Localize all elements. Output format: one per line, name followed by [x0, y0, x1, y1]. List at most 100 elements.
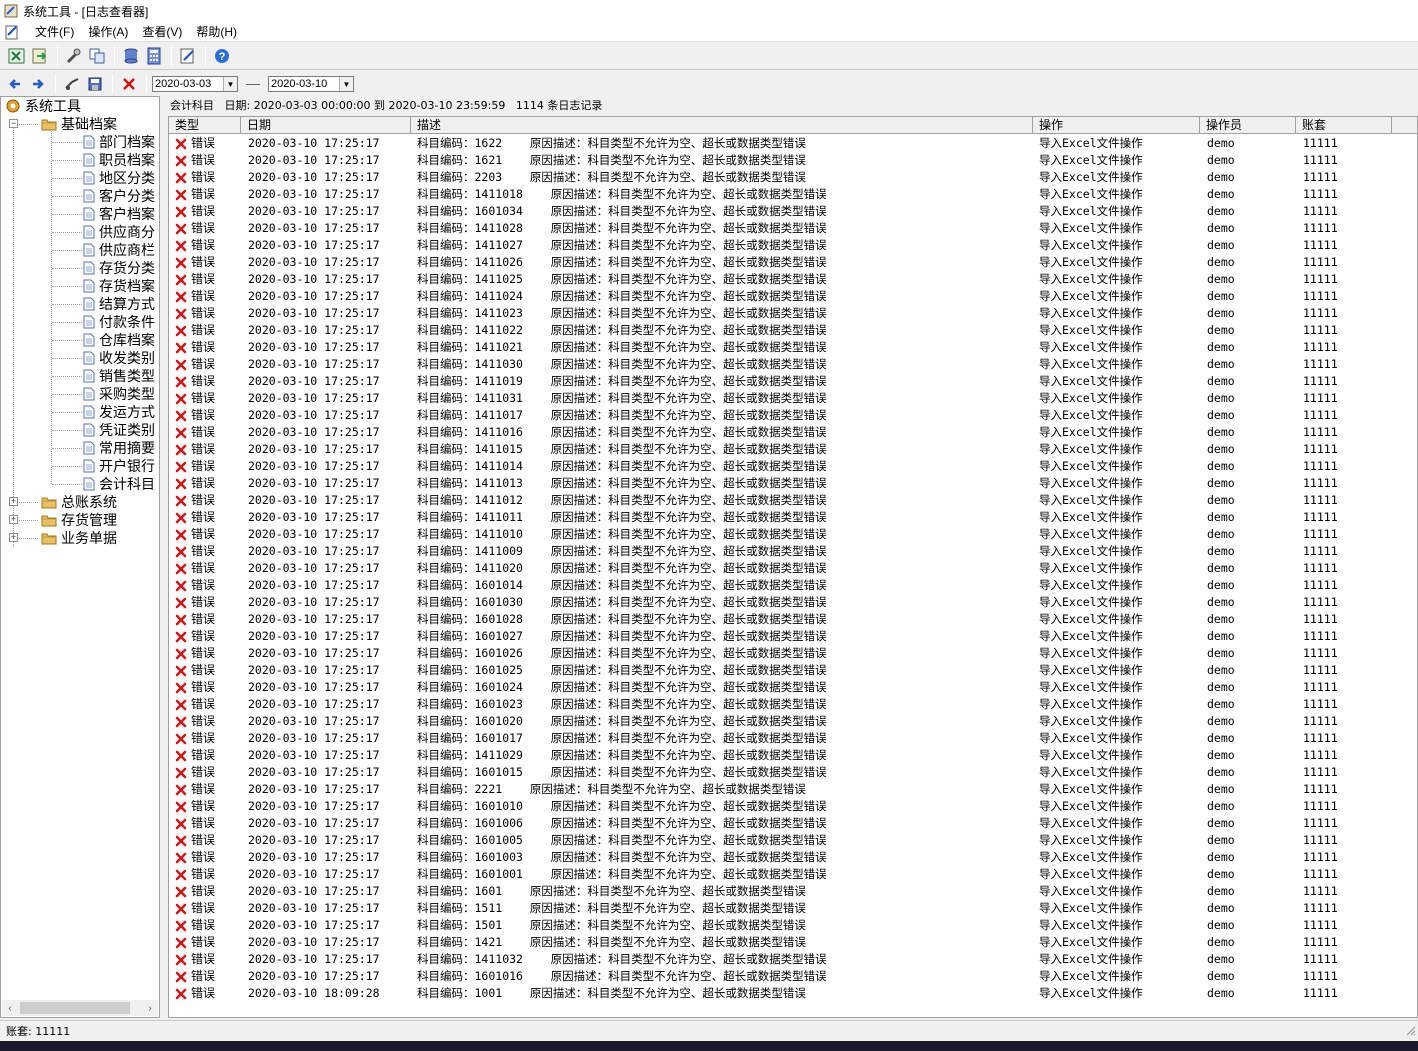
column-header-date[interactable]: 日期 — [241, 117, 411, 134]
tree-expander[interactable]: + — [9, 515, 18, 524]
table-row[interactable]: 错误 2020-03-10 17:25:17 科目编码：1411029 原因描述：科… — [169, 747, 1417, 764]
column-header-account-book[interactable]: 账套 — [1296, 117, 1392, 134]
tree-leaf[interactable]: 凭证类别 — [83, 421, 155, 439]
table-row[interactable]: 错误 2020-03-10 17:25:17 科目编码：1601027 原因描述：科… — [169, 628, 1417, 645]
table-row[interactable]: 错误 2020-03-10 17:25:17 科目编码：1411032 原因描述：科… — [169, 951, 1417, 968]
column-header-type[interactable]: 类型 — [169, 117, 241, 134]
import-button[interactable] — [29, 45, 51, 67]
table-row[interactable]: 错误 2020-03-10 17:25:17 科目编码：1511 原因描述：科目类型… — [169, 900, 1417, 917]
scroll-left-icon[interactable]: ‹ — [2, 1000, 18, 1016]
table-row[interactable]: 错误 2020-03-10 18:09:28 科目编码：1001 原因描述：科目类型… — [169, 985, 1417, 1002]
table-row[interactable]: 错误 2020-03-10 17:25:17 科目编码：1411026 原因描述：科… — [169, 254, 1417, 271]
table-row[interactable]: 错误 2020-03-10 17:25:17 科目编码：1421 原因描述：科目类型… — [169, 934, 1417, 951]
table-row[interactable]: 错误 2020-03-10 17:25:17 科目编码：1601016 原因描述：科… — [169, 968, 1417, 985]
export-excel-button[interactable] — [6, 45, 28, 67]
edit-button[interactable] — [177, 45, 199, 67]
table-row[interactable]: 错误 2020-03-10 17:25:17 科目编码：1411023 原因描述：科… — [169, 305, 1417, 322]
tree-leaf[interactable]: 地区分类 — [83, 169, 155, 187]
tree-leaf[interactable]: 职员档案 — [83, 151, 155, 169]
date-to-select[interactable]: 2020-03-10 ▼ — [268, 76, 354, 92]
tree-expander[interactable]: + — [9, 533, 18, 542]
tree-leaf[interactable]: 客户档案 — [83, 205, 155, 223]
table-row[interactable]: 错误 2020-03-10 17:25:17 科目编码：1411022 原因描述：科… — [169, 322, 1417, 339]
tree-leaf[interactable]: 客户分类 — [83, 187, 155, 205]
table-row[interactable]: 错误 2020-03-10 17:25:17 科目编码：1601015 原因描述：科… — [169, 764, 1417, 781]
tree-leaf[interactable]: 收发类别 — [83, 349, 155, 367]
tree-leaf[interactable]: 供应商栏 — [83, 241, 155, 259]
menu-view[interactable]: 查看(V) — [135, 23, 189, 40]
tree-leaf[interactable]: 采购类型 — [83, 385, 155, 403]
table-row[interactable]: 错误 2020-03-10 17:25:17 科目编码：1411030 原因描述：科… — [169, 356, 1417, 373]
table-row[interactable]: 错误 2020-03-10 17:25:17 科目编码：1601005 原因描述：科… — [169, 832, 1417, 849]
table-row[interactable]: 错误 2020-03-10 17:25:17 科目编码：1411016 原因描述：科… — [169, 424, 1417, 441]
table-row[interactable]: 错误 2020-03-10 17:25:17 科目编码：1411010 原因描述：科… — [169, 526, 1417, 543]
scroll-thumb[interactable] — [20, 1002, 130, 1014]
tree-leaf[interactable]: 常用摘要 — [83, 439, 155, 457]
table-row[interactable]: 错误 2020-03-10 17:25:17 科目编码：1411021 原因描述：科… — [169, 339, 1417, 356]
table-row[interactable]: 错误 2020-03-10 17:25:17 科目编码：1411019 原因描述：科… — [169, 373, 1417, 390]
tree-leaf[interactable]: 仓库档案 — [83, 331, 155, 349]
table-row[interactable]: 错误 2020-03-10 17:25:17 科目编码：1601026 原因描述：科… — [169, 645, 1417, 662]
table-row[interactable]: 错误 2020-03-10 17:25:17 科目编码：1601017 原因描述：科… — [169, 730, 1417, 747]
chevron-down-icon[interactable]: ▼ — [223, 77, 237, 91]
tree-leaf[interactable]: 发运方式 — [83, 403, 155, 421]
menu-help[interactable]: 帮助(H) — [189, 23, 244, 40]
table-row[interactable]: 错误 2020-03-10 17:25:17 科目编码：1622 原因描述：科目类型… — [169, 135, 1417, 152]
scroll-right-icon[interactable]: › — [142, 1000, 158, 1016]
save-button[interactable] — [84, 73, 106, 95]
table-row[interactable]: 错误 2020-03-10 17:25:17 科目编码：1601010 原因描述：科… — [169, 798, 1417, 815]
tree-expander[interactable]: + — [9, 497, 18, 506]
table-row[interactable]: 错误 2020-03-10 17:25:17 科目编码：1621 原因描述：科目类型… — [169, 152, 1417, 169]
table-row[interactable]: 错误 2020-03-10 17:25:17 科目编码：1411012 原因描述：科… — [169, 492, 1417, 509]
tree-expander[interactable]: − — [9, 119, 18, 128]
table-row[interactable]: 错误 2020-03-10 17:25:17 科目编码：2221 原因描述：科目类型… — [169, 781, 1417, 798]
tree-group[interactable]: 业务单据 — [41, 529, 117, 547]
table-row[interactable]: 错误 2020-03-10 17:25:17 科目编码：1601001 原因描述：科… — [169, 866, 1417, 883]
table-row[interactable]: 错误 2020-03-10 17:25:17 科目编码：1411011 原因描述：科… — [169, 509, 1417, 526]
resize-grip-icon[interactable] — [1404, 1024, 1416, 1036]
table-row[interactable]: 错误 2020-03-10 17:25:17 科目编码：1601006 原因描述：科… — [169, 815, 1417, 832]
tree-leaf[interactable]: 结算方式 — [83, 295, 155, 313]
menu-file[interactable]: 文件(F) — [28, 23, 81, 40]
column-header-operation[interactable]: 操作 — [1033, 117, 1200, 134]
table-row[interactable]: 错误 2020-03-10 17:25:17 科目编码：1411017 原因描述：科… — [169, 407, 1417, 424]
tree-leaf[interactable]: 开户银行 — [83, 457, 155, 475]
delete-button[interactable] — [118, 73, 140, 95]
table-row[interactable]: 错误 2020-03-10 17:25:17 科目编码：1411009 原因描述：科… — [169, 543, 1417, 560]
tools-button[interactable] — [63, 45, 85, 67]
copy-button[interactable] — [86, 45, 108, 67]
date-from-select[interactable]: 2020-03-03 ▼ — [152, 76, 238, 92]
help-button[interactable]: ? — [211, 45, 233, 67]
table-row[interactable]: 错误 2020-03-10 17:25:17 科目编码：1601014 原因描述：科… — [169, 577, 1417, 594]
back-button[interactable] — [4, 73, 26, 95]
tree-leaf[interactable]: 销售类型 — [83, 367, 155, 385]
table-row[interactable]: 错误 2020-03-10 17:25:17 科目编码：1411031 原因描述：科… — [169, 390, 1417, 407]
tree-group[interactable]: 总账系统 — [41, 493, 117, 511]
table-row[interactable]: 错误 2020-03-10 17:25:17 科目编码：1601024 原因描述：科… — [169, 679, 1417, 696]
column-header-description[interactable]: 描述 — [411, 117, 1033, 134]
table-row[interactable]: 错误 2020-03-10 17:25:17 科目编码：1411027 原因描述：科… — [169, 237, 1417, 254]
table-row[interactable]: 错误 2020-03-10 17:25:17 科目编码：1601025 原因描述：科… — [169, 662, 1417, 679]
table-row[interactable]: 错误 2020-03-10 17:25:17 科目编码：1411014 原因描述：科… — [169, 458, 1417, 475]
table-row[interactable]: 错误 2020-03-10 17:25:17 科目编码：1601 原因描述：科目类型… — [169, 883, 1417, 900]
tree-leaf[interactable]: 供应商分 — [83, 223, 155, 241]
table-row[interactable]: 错误 2020-03-10 17:25:17 科目编码：1411028 原因描述：科… — [169, 220, 1417, 237]
tree-leaf[interactable]: 付款条件 — [83, 313, 155, 331]
menu-action[interactable]: 操作(A) — [81, 23, 135, 40]
forward-button[interactable] — [27, 73, 49, 95]
document-icon[interactable] — [4, 24, 20, 40]
tree-leaf[interactable]: 部门档案 — [83, 133, 155, 151]
calculator-button[interactable] — [143, 45, 165, 67]
table-row[interactable]: 错误 2020-03-10 17:25:17 科目编码：1601020 原因描述：科… — [169, 713, 1417, 730]
database-button[interactable] — [120, 45, 142, 67]
tree-leaf[interactable]: 会计科目 — [83, 475, 155, 493]
table-row[interactable]: 错误 2020-03-10 17:25:17 科目编码：1411020 原因描述：科… — [169, 560, 1417, 577]
table-row[interactable]: 错误 2020-03-10 17:25:17 科目编码：1601028 原因描述：科… — [169, 611, 1417, 628]
chevron-down-icon[interactable]: ▼ — [339, 77, 353, 91]
tree-leaf[interactable]: 存货分类 — [83, 259, 155, 277]
table-row[interactable]: 错误 2020-03-10 17:25:17 科目编码：1501 原因描述：科目类型… — [169, 917, 1417, 934]
tree-group[interactable]: 存货管理 — [41, 511, 117, 529]
table-row[interactable]: 错误 2020-03-10 17:25:17 科目编码：1411015 原因描述：科… — [169, 441, 1417, 458]
tree-group[interactable]: 基础档案 — [41, 115, 117, 133]
tree-leaf[interactable]: 存货档案 — [83, 277, 155, 295]
